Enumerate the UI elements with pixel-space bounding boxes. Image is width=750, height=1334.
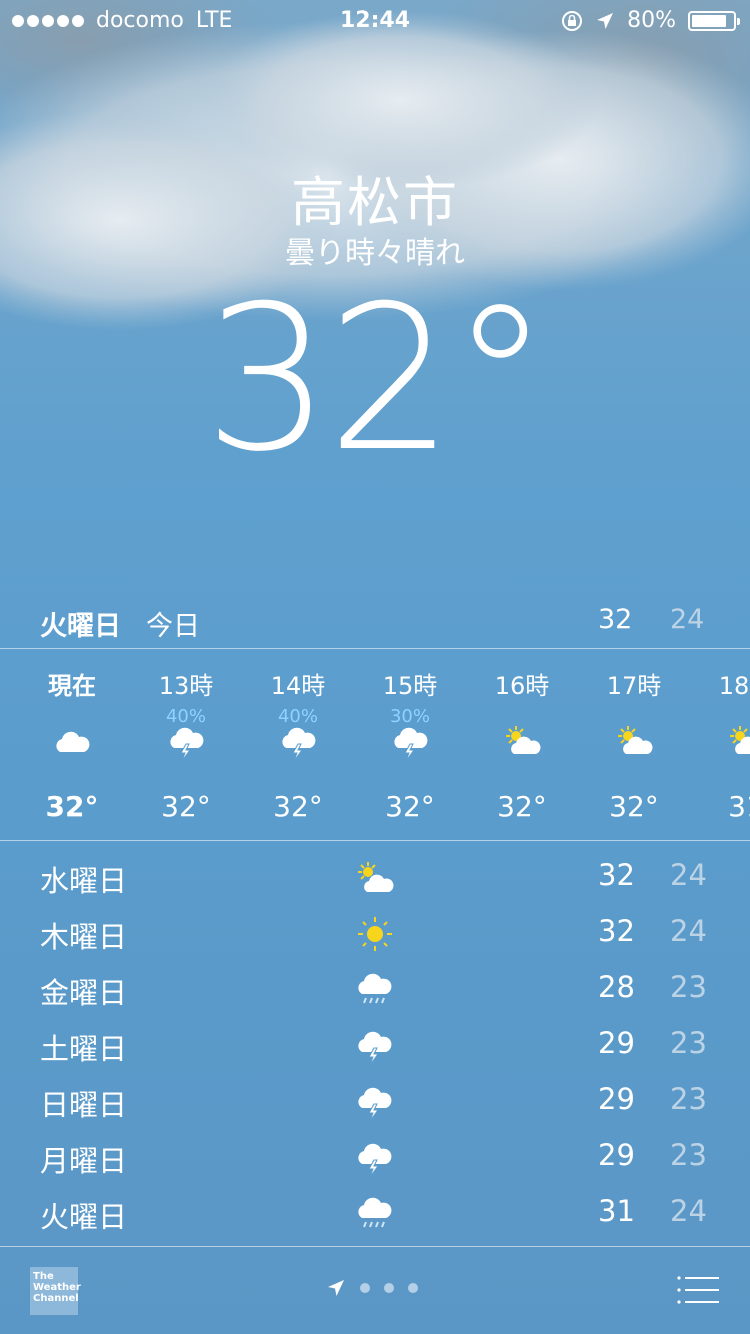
page-indicator[interactable] (326, 1278, 418, 1298)
hour-temp: 32° (609, 790, 659, 823)
today-summary-row: 火曜日 今日 32 24 (0, 600, 750, 644)
partly-sunny-icon (358, 862, 394, 892)
daily-row: 水曜日 32 24 (0, 850, 750, 906)
battery-percent: 80% (627, 8, 676, 33)
day-name: 木曜日 (40, 920, 128, 954)
day-low: 24 (670, 858, 707, 892)
day-low: 23 (670, 970, 707, 1004)
rain-icon (358, 1197, 392, 1228)
daily-row: 金曜日 28 23 (0, 962, 750, 1018)
hourly-forecast[interactable]: 現在 32° 13時 40% 32° 14時 40% 32° 15時 30% 3… (0, 650, 750, 838)
day-low: 24 (670, 914, 707, 948)
daily-row: 月曜日 29 23 (0, 1130, 750, 1186)
weather-channel-logo[interactable]: The Weather Channel (30, 1267, 81, 1315)
day-name: 月曜日 (40, 1144, 128, 1178)
page-dot (360, 1283, 370, 1293)
sun-icon (358, 917, 392, 951)
location-services-icon (597, 12, 614, 29)
thunderstorm-icon (282, 727, 316, 762)
page-dot (408, 1283, 418, 1293)
thunderstorm-icon (170, 727, 204, 762)
day-low: 23 (670, 1026, 707, 1060)
divider (0, 648, 750, 649)
day-high: 31 (598, 1194, 635, 1228)
thunderstorm-icon (394, 727, 428, 762)
hour-temp: 32° (273, 790, 323, 823)
day-high: 29 (598, 1026, 635, 1060)
rain-icon (358, 973, 392, 1004)
thunderstorm-icon (358, 1087, 392, 1122)
hour-time: 18時 (718, 672, 750, 700)
city-list-icon[interactable] (676, 1274, 720, 1306)
thunderstorm-icon (358, 1031, 392, 1066)
city-name: 高松市 (291, 171, 459, 234)
current-temperature-value: 32° (203, 263, 550, 496)
day-name: 火曜日 (40, 1200, 128, 1234)
hour-time: 14時 (270, 672, 326, 700)
day-high: 32 (598, 914, 635, 948)
day-low: 23 (670, 1138, 707, 1172)
day-name: 水曜日 (40, 864, 128, 898)
daily-row: 日曜日 29 23 (0, 1074, 750, 1130)
hour-time: 16時 (494, 672, 550, 700)
day-name: 金曜日 (40, 976, 128, 1010)
page-dot (384, 1283, 394, 1293)
hour-temp: 32° (45, 790, 99, 823)
today-high: 32 (598, 604, 633, 635)
hour-temp: 32° (497, 790, 547, 823)
today-label: 今日 (146, 611, 200, 642)
hour-time: 13時 (158, 672, 214, 700)
hour-temp: 32° (161, 790, 211, 823)
partly-sunny-icon (730, 726, 750, 754)
battery-icon (688, 10, 740, 31)
status-bar: docomo LTE 12:44 80% (0, 0, 750, 40)
day-high: 28 (598, 970, 635, 1004)
status-right: 80% (561, 8, 740, 33)
thunderstorm-icon (358, 1143, 392, 1178)
current-temperature: 32° (0, 280, 750, 480)
day-low: 24 (670, 1194, 707, 1228)
today-day: 火曜日 (40, 611, 121, 642)
daily-row: 木曜日 32 24 (0, 906, 750, 962)
footer-toolbar: The Weather Channel (0, 1248, 750, 1334)
day-high: 29 (598, 1082, 635, 1116)
day-name: 日曜日 (40, 1088, 128, 1122)
day-high: 32 (598, 858, 635, 892)
cloud-icon (56, 731, 90, 752)
hour-time: 現在 (48, 672, 96, 700)
hour-time: 17時 (606, 672, 662, 700)
day-name: 土曜日 (40, 1032, 128, 1066)
divider (0, 840, 750, 841)
hour-time: 15時 (382, 672, 438, 700)
current-location-icon (328, 1280, 344, 1296)
weather-channel-logo-text: The Weather Channel (33, 1271, 81, 1304)
partly-sunny-icon (506, 726, 541, 754)
rotation-lock-icon (562, 10, 583, 31)
hour-temp: 31 (728, 790, 750, 823)
today-low: 24 (670, 604, 705, 635)
day-low: 23 (670, 1082, 707, 1116)
partly-sunny-icon (618, 726, 653, 754)
daily-forecast: 水曜日 32 24 木曜日 32 24 金曜日 28 23 土曜日 29 23 … (0, 850, 750, 1242)
divider (0, 1246, 750, 1247)
day-high: 29 (598, 1138, 635, 1172)
daily-row: 土曜日 29 23 (0, 1018, 750, 1074)
hour-temp: 32° (385, 790, 435, 823)
daily-row: 火曜日 31 24 (0, 1186, 750, 1242)
